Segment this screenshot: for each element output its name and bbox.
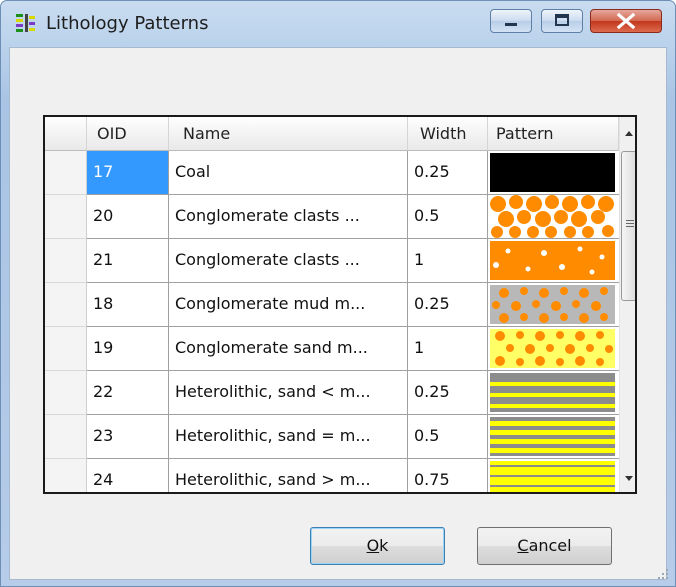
resize-grip-icon[interactable] bbox=[655, 566, 669, 580]
dialog-window: Lithology Patterns OID Name Width Patter… bbox=[0, 0, 676, 587]
row-header[interactable] bbox=[45, 151, 87, 195]
grey-yellow-stripes-thick-pattern bbox=[490, 461, 615, 492]
row-header[interactable] bbox=[45, 415, 87, 459]
solid-black-pattern bbox=[490, 153, 615, 192]
scroll-thumb[interactable] bbox=[621, 151, 635, 301]
cancel-label: ancel bbox=[528, 536, 572, 555]
lithology-app-icon bbox=[16, 14, 35, 32]
orange-clasts-dense-pattern bbox=[490, 241, 615, 280]
cell-width[interactable]: 0.5 bbox=[408, 195, 488, 239]
cell-width[interactable]: 1 bbox=[408, 239, 488, 283]
cell-width[interactable]: 1 bbox=[408, 327, 488, 371]
orange-clasts-pattern bbox=[490, 195, 615, 238]
thumb-grip bbox=[626, 226, 634, 227]
cell-name[interactable]: Conglomerate sand m... bbox=[169, 327, 408, 371]
cell-name[interactable]: Heterolithic, sand < m... bbox=[169, 371, 408, 415]
grey-yellow-stripes-pattern bbox=[490, 373, 615, 412]
cell-name[interactable]: Conglomerate clasts ... bbox=[169, 239, 408, 283]
cell-name[interactable]: Heterolithic, sand = m... bbox=[169, 415, 408, 459]
orange-dots-grey-pattern bbox=[490, 285, 615, 324]
cell-oid[interactable]: 21 bbox=[87, 239, 169, 283]
maximize-icon bbox=[555, 14, 569, 26]
cell-width[interactable]: 0.5 bbox=[408, 415, 488, 459]
close-icon bbox=[616, 12, 636, 30]
ok-mnemonic: O bbox=[366, 536, 380, 555]
cell-oid[interactable]: 19 bbox=[87, 327, 169, 371]
minimize-icon bbox=[505, 23, 517, 26]
thumb-grip bbox=[626, 223, 634, 224]
row-header[interactable] bbox=[45, 239, 87, 283]
cell-width[interactable]: 0.75 bbox=[408, 459, 488, 492]
pattern-swatch-conglomerate-dense[interactable] bbox=[488, 239, 619, 283]
cell-name[interactable]: Conglomerate clasts ... bbox=[169, 195, 408, 239]
pattern-swatch-heterolithic-equal[interactable] bbox=[488, 415, 619, 459]
cell-oid[interactable]: 22 bbox=[87, 371, 169, 415]
row-header[interactable] bbox=[45, 327, 87, 371]
header-row-corner bbox=[45, 117, 87, 151]
scroll-up-button[interactable] bbox=[620, 125, 635, 143]
cell-width[interactable]: 0.25 bbox=[408, 371, 488, 415]
vertical-scrollbar[interactable] bbox=[619, 117, 635, 492]
grey-yellow-stripes-even-pattern bbox=[490, 417, 615, 456]
minimize-button[interactable] bbox=[490, 9, 532, 33]
cancel-button[interactable]: Cancel bbox=[477, 527, 612, 565]
column-header-pattern[interactable]: Pattern bbox=[488, 117, 619, 151]
pattern-swatch-heterolithic-less[interactable] bbox=[488, 371, 619, 415]
cell-oid[interactable]: 17 bbox=[87, 151, 169, 195]
title-bar[interactable]: Lithology Patterns bbox=[1, 1, 675, 47]
column-header-oid[interactable]: OID bbox=[87, 117, 169, 151]
cell-oid[interactable]: 20 bbox=[87, 195, 169, 239]
orange-dots-yellow-pattern bbox=[490, 329, 615, 368]
cell-name[interactable]: Heterolithic, sand > m... bbox=[169, 459, 408, 492]
maximize-button[interactable] bbox=[541, 9, 583, 33]
pattern-swatch-heterolithic-greater[interactable] bbox=[488, 459, 619, 492]
cell-oid[interactable]: 18 bbox=[87, 283, 169, 327]
row-header[interactable] bbox=[45, 195, 87, 239]
pattern-swatch-mud-matrix[interactable] bbox=[488, 283, 619, 327]
arrow-up-icon bbox=[625, 131, 633, 136]
row-header[interactable] bbox=[45, 283, 87, 327]
arrow-down-icon bbox=[625, 476, 633, 481]
cancel-mnemonic: C bbox=[517, 536, 529, 555]
row-header[interactable] bbox=[45, 371, 87, 415]
close-button[interactable] bbox=[590, 9, 662, 33]
cell-name[interactable]: Conglomerate mud m... bbox=[169, 283, 408, 327]
column-header-width[interactable]: Width bbox=[408, 117, 488, 151]
ok-button[interactable]: Ok bbox=[310, 527, 445, 565]
cell-width[interactable]: 0.25 bbox=[408, 151, 488, 195]
lithology-table: OID Name Width Pattern 17 Coal 0.25 20 C… bbox=[43, 115, 637, 494]
row-header[interactable] bbox=[45, 459, 87, 492]
column-header-name[interactable]: Name bbox=[169, 117, 408, 151]
scroll-down-button[interactable] bbox=[620, 469, 635, 487]
window-title: Lithology Patterns bbox=[46, 13, 209, 34]
cell-width[interactable]: 0.25 bbox=[408, 283, 488, 327]
pattern-swatch-sand-matrix[interactable] bbox=[488, 327, 619, 371]
thumb-grip bbox=[626, 220, 634, 221]
pattern-swatch-coal[interactable] bbox=[488, 151, 619, 195]
cell-oid[interactable]: 24 bbox=[87, 459, 169, 492]
pattern-swatch-conglomerate[interactable] bbox=[488, 195, 619, 239]
cell-oid[interactable]: 23 bbox=[87, 415, 169, 459]
cell-name[interactable]: Coal bbox=[169, 151, 408, 195]
ok-label: k bbox=[379, 536, 389, 555]
